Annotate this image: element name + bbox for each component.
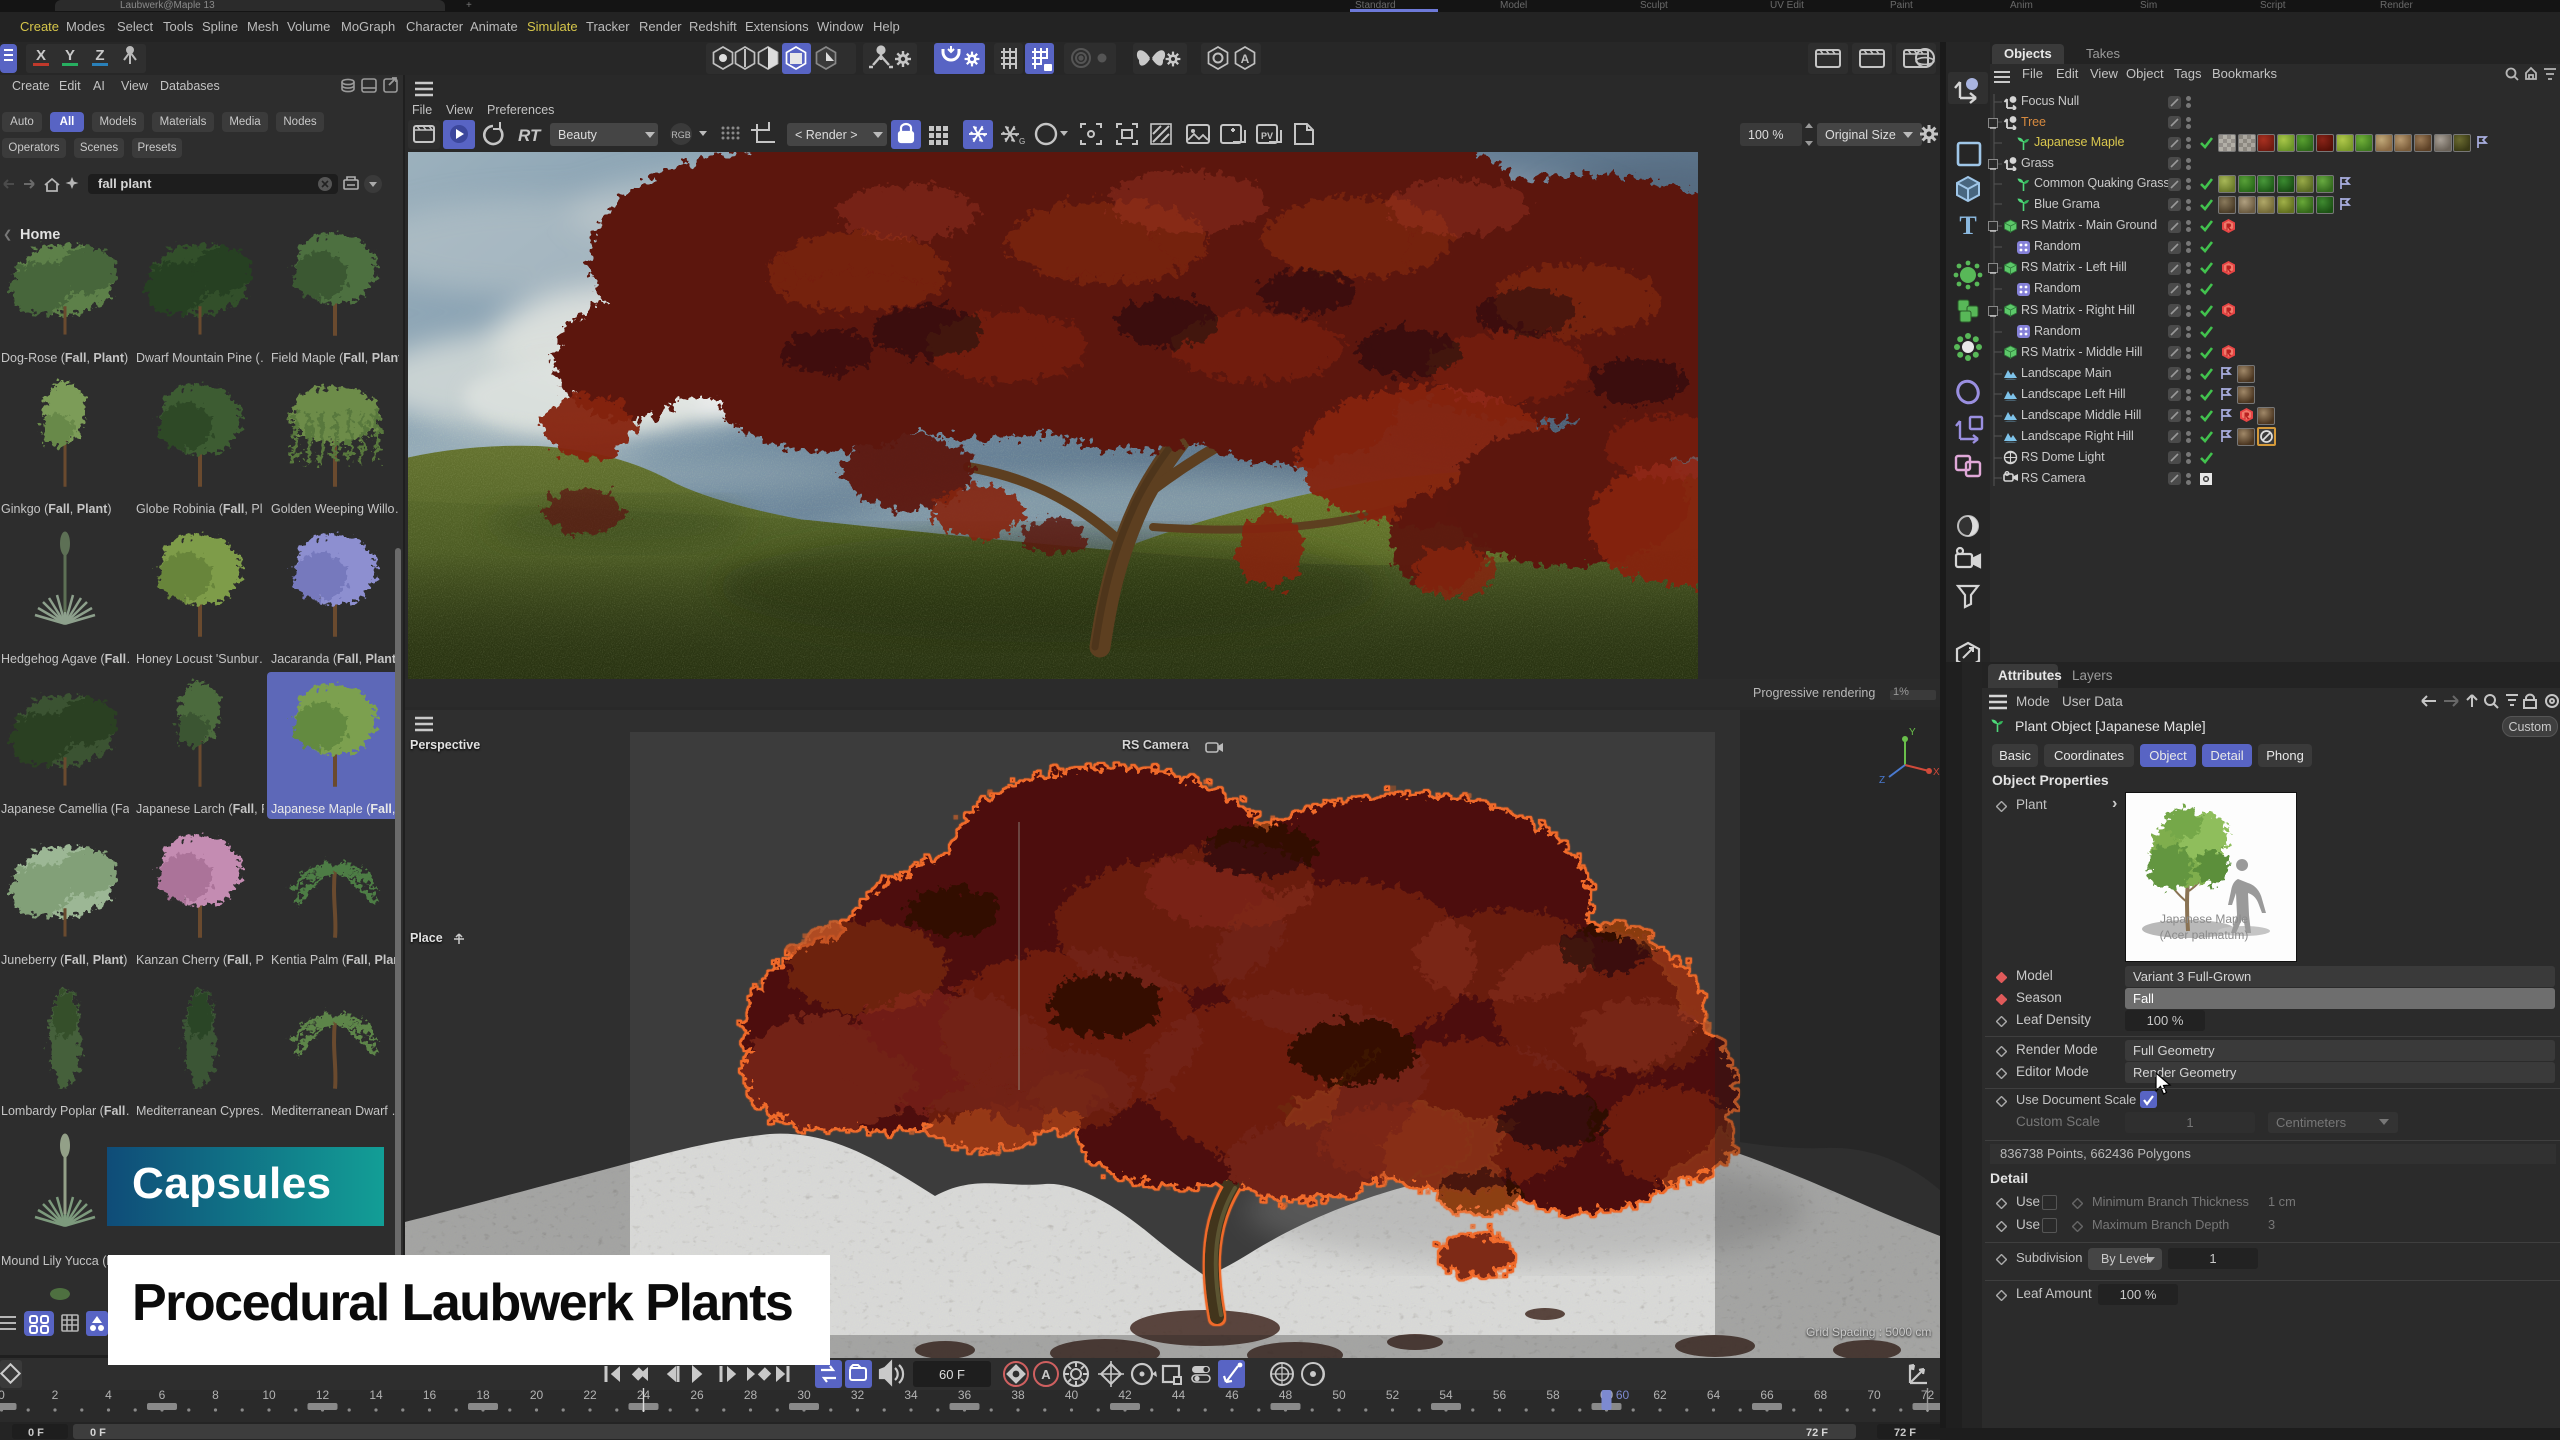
svg-text:14: 14 bbox=[369, 1388, 383, 1402]
svg-text:0 F: 0 F bbox=[90, 1427, 106, 1439]
svg-text:A: A bbox=[1041, 1367, 1051, 1382]
svg-text:32: 32 bbox=[851, 1388, 865, 1402]
svg-text:100 %: 100 % bbox=[1748, 128, 1783, 142]
svg-text:6: 6 bbox=[159, 1388, 166, 1402]
svg-text:0: 0 bbox=[0, 1388, 5, 1402]
svg-text:46: 46 bbox=[1225, 1388, 1239, 1402]
svg-text:70: 70 bbox=[1867, 1388, 1881, 1402]
svg-text:(Acer palmatum): (Acer palmatum) bbox=[2160, 928, 2249, 942]
svg-text:48: 48 bbox=[1279, 1388, 1293, 1402]
svg-text:A: A bbox=[1241, 52, 1250, 66]
svg-text:X: X bbox=[36, 47, 46, 64]
svg-text:Y: Y bbox=[65, 47, 75, 64]
svg-text:fall plant: fall plant bbox=[98, 176, 152, 191]
svg-text:62: 62 bbox=[1653, 1388, 1667, 1402]
svg-text:T: T bbox=[1959, 211, 1976, 240]
svg-text:68: 68 bbox=[1814, 1388, 1828, 1402]
svg-text:50: 50 bbox=[1332, 1388, 1346, 1402]
svg-text:54: 54 bbox=[1439, 1388, 1453, 1402]
svg-text:44: 44 bbox=[1172, 1388, 1186, 1402]
svg-text:Z: Z bbox=[95, 47, 104, 64]
svg-text:72 F: 72 F bbox=[1806, 1427, 1828, 1439]
svg-text:Z: Z bbox=[1879, 775, 1885, 786]
svg-text:26: 26 bbox=[690, 1388, 704, 1402]
svg-text:28: 28 bbox=[744, 1388, 758, 1402]
svg-text:Y: Y bbox=[1909, 727, 1916, 738]
svg-text:Original Size: Original Size bbox=[1825, 128, 1896, 142]
svg-text:X: X bbox=[1933, 767, 1940, 778]
svg-text:Beauty: Beauty bbox=[558, 128, 598, 142]
svg-text:64: 64 bbox=[1707, 1388, 1721, 1402]
svg-text:34: 34 bbox=[904, 1388, 918, 1402]
svg-text:RGB: RGB bbox=[671, 130, 691, 140]
svg-text:18: 18 bbox=[476, 1388, 490, 1402]
svg-text:38: 38 bbox=[1011, 1388, 1025, 1402]
svg-text:60 F: 60 F bbox=[939, 1367, 965, 1382]
svg-text:10: 10 bbox=[262, 1388, 276, 1402]
svg-text:< Render >: < Render > bbox=[795, 128, 858, 142]
svg-text:12: 12 bbox=[316, 1388, 330, 1402]
svg-text:22: 22 bbox=[583, 1388, 597, 1402]
svg-text:56: 56 bbox=[1493, 1388, 1507, 1402]
svg-text:PV: PV bbox=[1261, 131, 1273, 141]
svg-text:4: 4 bbox=[105, 1388, 112, 1402]
svg-text:60: 60 bbox=[1616, 1388, 1630, 1402]
svg-text:30: 30 bbox=[797, 1388, 811, 1402]
svg-text:36: 36 bbox=[958, 1388, 972, 1402]
svg-text:RT: RT bbox=[518, 126, 542, 145]
svg-text:Japanese Maple: Japanese Maple bbox=[2160, 912, 2248, 926]
svg-text:20: 20 bbox=[530, 1388, 544, 1402]
svg-text:2: 2 bbox=[52, 1388, 59, 1402]
svg-text:72 F: 72 F bbox=[1894, 1427, 1916, 1439]
svg-text:8: 8 bbox=[212, 1388, 219, 1402]
svg-text:58: 58 bbox=[1546, 1388, 1560, 1402]
svg-text:16: 16 bbox=[423, 1388, 437, 1402]
svg-text:0 F: 0 F bbox=[28, 1427, 44, 1439]
svg-text:G: G bbox=[1019, 137, 1025, 146]
svg-text:40: 40 bbox=[1065, 1388, 1079, 1402]
svg-text:42: 42 bbox=[1118, 1388, 1132, 1402]
svg-text:66: 66 bbox=[1760, 1388, 1774, 1402]
svg-text:52: 52 bbox=[1386, 1388, 1400, 1402]
